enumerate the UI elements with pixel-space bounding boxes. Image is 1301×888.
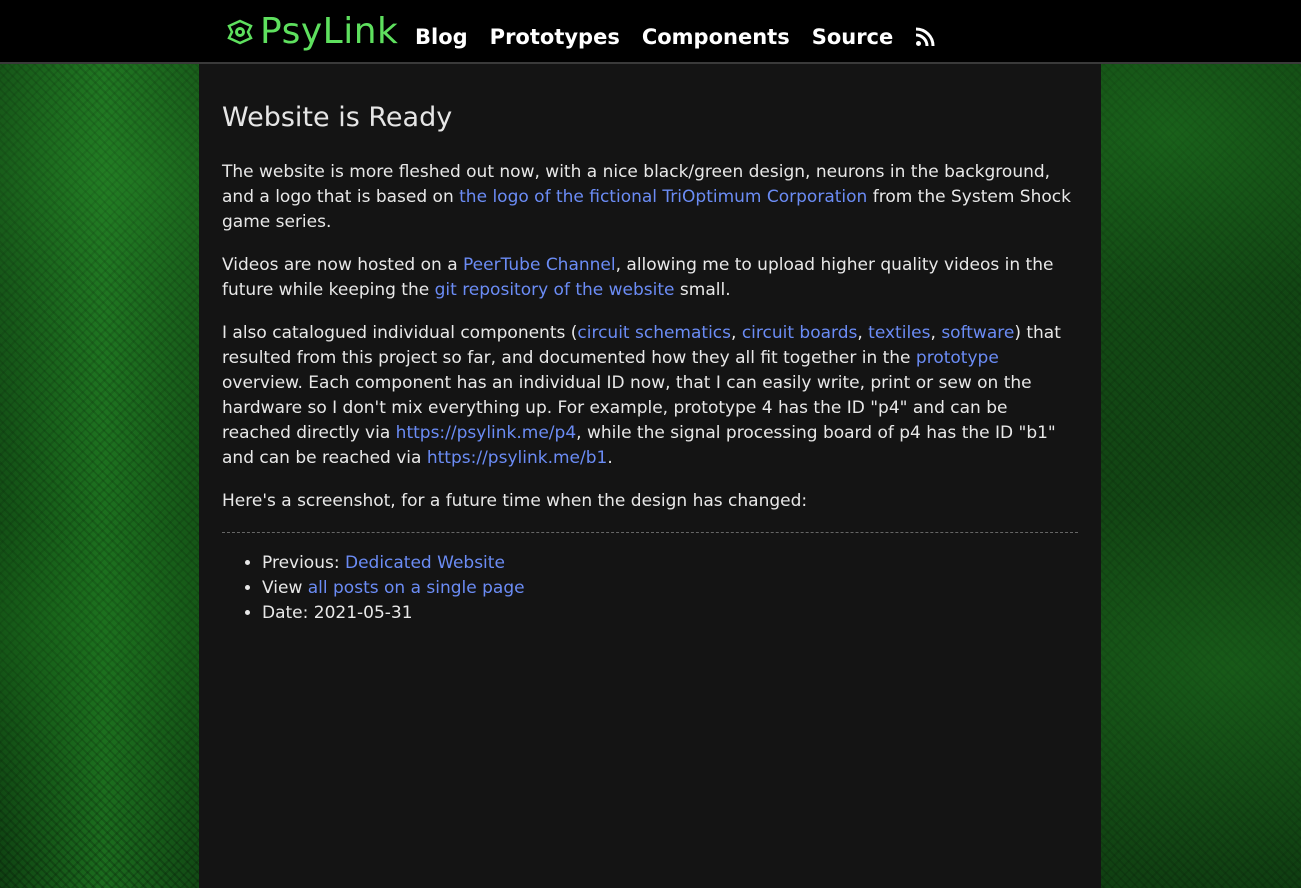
text: I also catalogued individual components … (222, 323, 578, 343)
textiles-link[interactable]: textiles (868, 323, 930, 343)
nav-components[interactable]: Components (642, 22, 790, 52)
paragraph-screenshot: Here's a screenshot, for a future time w… (222, 491, 808, 511)
previous-label: Previous: (262, 553, 345, 573)
paragraph-videos: Videos are now hosted on a PeerTube Chan… (222, 253, 1078, 303)
prototype-link[interactable]: prototype (916, 348, 999, 368)
main-content-panel: Website is Ready The website is more fle… (199, 64, 1101, 888)
page-title: Website is Ready (222, 102, 453, 133)
view-label: View (262, 578, 308, 598)
circuit-schematics-link[interactable]: circuit schematics (577, 323, 731, 343)
trioptimum-logo-link[interactable]: the logo of the fictional TriOptimum Cor… (459, 187, 867, 207)
peertube-channel-link[interactable]: PeerTube Channel (463, 255, 616, 275)
text: . (607, 448, 613, 468)
triopt-logo-icon (227, 19, 253, 45)
previous-post-link[interactable]: Dedicated Website (345, 553, 505, 573)
software-link[interactable]: software (941, 323, 1014, 343)
main-nav: Blog Prototypes Components Source (415, 22, 935, 52)
git-repository-link[interactable]: git repository of the website (435, 280, 675, 300)
list-item-previous: Previous: Dedicated Website (262, 551, 1078, 576)
list-item-view-all: View all posts on a single page (262, 576, 1078, 601)
text: , (930, 323, 942, 343)
top-navigation-bar: PsyLink Blog Prototypes Components Sourc… (0, 0, 1301, 64)
text: , (731, 323, 742, 343)
text: Videos are now hosted on a (222, 255, 464, 275)
text: , (857, 323, 869, 343)
brand-home-link[interactable]: PsyLink (226, 12, 398, 52)
brand-name[interactable]: PsyLink (260, 12, 398, 52)
divider (222, 532, 1078, 533)
paragraph-design: The website is more fleshed out now, wit… (222, 160, 1078, 235)
list-item-date: Date: 2021-05-31 (262, 601, 1078, 626)
nav-source[interactable]: Source (812, 22, 894, 52)
article: Website is Ready The website is more fle… (222, 98, 1078, 626)
circuit-boards-link[interactable]: circuit boards (742, 323, 858, 343)
paragraph-components: I also catalogued individual components … (222, 321, 1078, 471)
all-posts-link[interactable]: all posts on a single page (308, 578, 525, 598)
nav-prototypes[interactable]: Prototypes (490, 22, 620, 52)
text: small. (674, 280, 731, 300)
p4-url-link[interactable]: https://psylink.me/p4 (396, 423, 576, 443)
post-meta-list: Previous: Dedicated Website View all pos… (222, 551, 1078, 626)
b1-url-link[interactable]: https://psylink.me/b1 (427, 448, 607, 468)
nav-blog[interactable]: Blog (415, 22, 468, 52)
rss-icon[interactable] (915, 27, 935, 47)
